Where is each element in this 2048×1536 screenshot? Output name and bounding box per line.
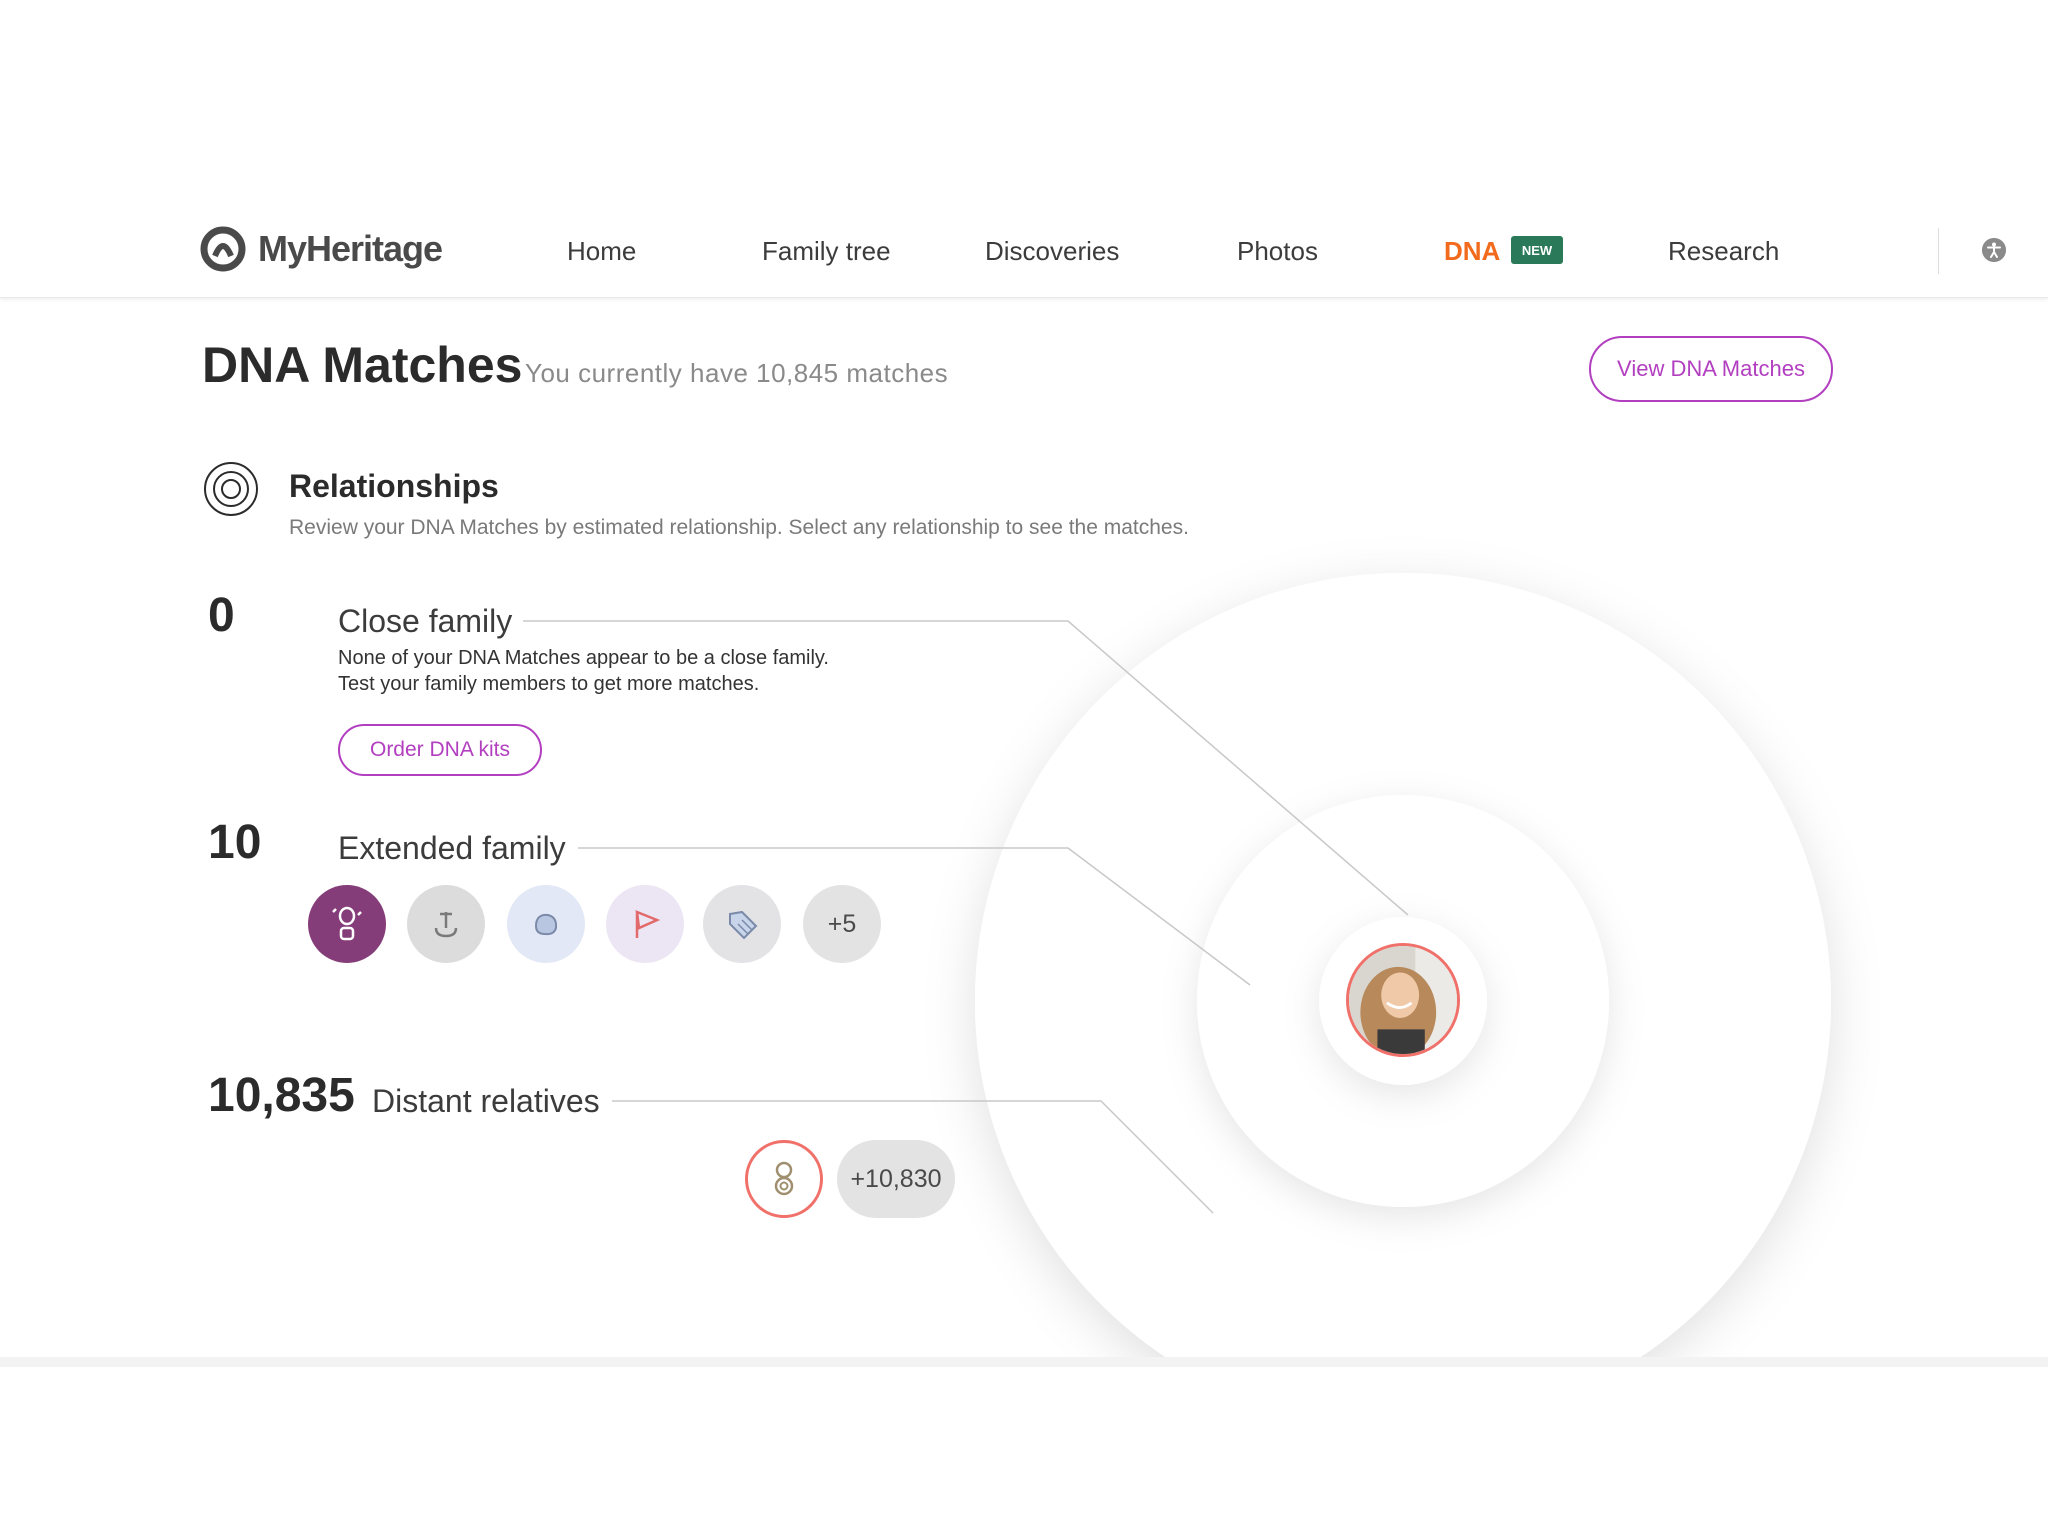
nav-photos[interactable]: Photos — [1237, 236, 1318, 267]
distant-relatives-count: 10,835 — [208, 1069, 355, 1122]
stone-shape-icon — [534, 913, 558, 936]
match-count-subtitle: You currently have 10,845 matches — [525, 358, 949, 388]
dna-new-badge: NEW — [1511, 236, 1563, 264]
extended-family-label[interactable]: Extended family — [338, 830, 566, 867]
close-family-text-line1: None of your DNA Matches appear to be a … — [338, 647, 829, 669]
person-silhouette-icon — [332, 906, 362, 941]
close-family-count: 0 — [208, 589, 235, 642]
extended-family-count: 10 — [208, 816, 262, 869]
nav-discoveries[interactable]: Discoveries — [985, 236, 1119, 267]
nav-research[interactable]: Research — [1668, 236, 1779, 267]
match-avatar[interactable] — [407, 885, 485, 963]
close-family-label[interactable]: Close family — [338, 603, 512, 640]
distant-relatives-more[interactable]: +10,830 — [837, 1140, 955, 1218]
nav-family-tree[interactable]: Family tree — [762, 236, 891, 267]
header-divider — [1938, 228, 1939, 274]
myheritage-logo[interactable]: MyHeritage — [200, 226, 443, 272]
close-family-text-line2: Test your family members to get more mat… — [338, 673, 760, 695]
relationships-target-icon — [204, 462, 258, 516]
user-avatar-icon — [1349, 946, 1457, 1054]
tag-shape-icon — [729, 910, 758, 940]
nav-dna[interactable]: DNA — [1444, 236, 1500, 267]
page-title: DNA Matches — [202, 337, 523, 393]
relationships-heading: Relationships — [289, 468, 499, 504]
myheritage-logo-icon — [200, 226, 246, 272]
match-avatar[interactable] — [507, 885, 585, 963]
match-avatar[interactable] — [703, 885, 781, 963]
match-avatar[interactable] — [745, 1140, 823, 1218]
relationships-description: Review your DNA Matches by estimated rel… — [289, 516, 1189, 539]
top-navigation-bar: MyHeritage Home Family tree Discoveries … — [0, 200, 2048, 298]
nav-home[interactable]: Home — [567, 236, 636, 267]
flag-shape-icon — [635, 910, 661, 938]
brand-name: MyHeritage — [258, 228, 443, 269]
view-dna-matches-button[interactable]: View DNA Matches — [1589, 336, 1833, 402]
match-avatar[interactable] — [308, 885, 386, 963]
user-profile-photo[interactable] — [1346, 943, 1460, 1057]
accessibility-icon[interactable] — [1982, 238, 2006, 262]
page-bottom-divider — [0, 1357, 2048, 1367]
distant-relatives-label[interactable]: Distant relatives — [372, 1083, 600, 1120]
extended-family-more[interactable]: +5 — [803, 885, 881, 963]
hand-shape-icon — [434, 912, 458, 938]
order-dna-kits-button[interactable]: Order DNA kits — [338, 724, 542, 776]
match-avatar[interactable] — [606, 885, 684, 963]
person-silhouette-icon — [774, 1161, 794, 1196]
